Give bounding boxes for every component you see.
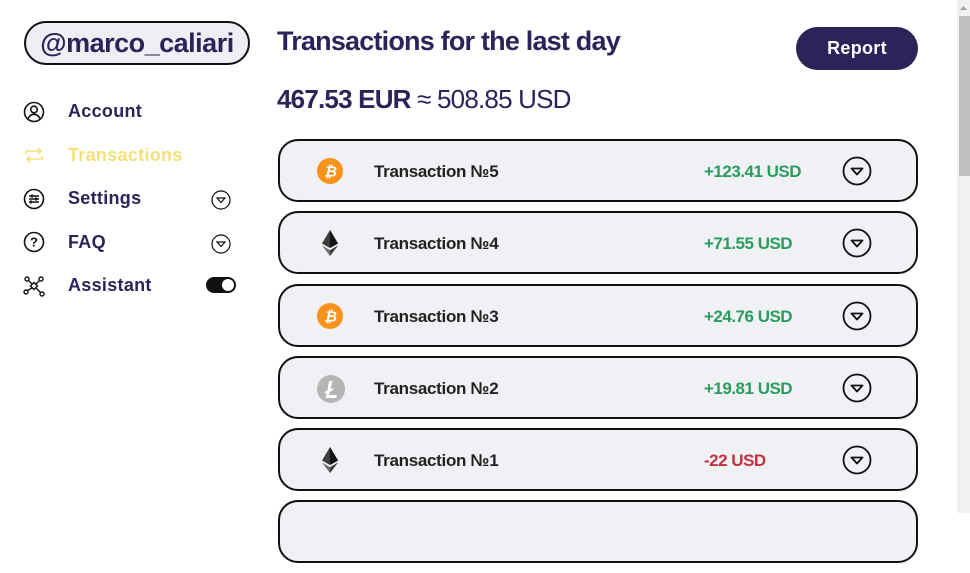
transaction-amount: +71.55 USD (704, 234, 793, 254)
total-usd: 508.85 USD (437, 84, 571, 114)
svg-text:₿: ₿ (324, 164, 337, 181)
transaction-amount: -22 USD (704, 451, 766, 471)
transaction-name: Transaction №2 (374, 378, 499, 398)
expand-chevron-icon[interactable] (842, 373, 872, 403)
sidebar-item-account[interactable]: Account (22, 90, 252, 134)
network-icon (22, 274, 46, 298)
report-button[interactable]: Report (796, 27, 918, 70)
user-icon (22, 100, 46, 124)
transaction-amount: +24.76 USD (704, 306, 793, 326)
transaction-name: Transaction №1 (374, 451, 499, 471)
expand-chevron-icon[interactable] (842, 228, 872, 258)
ethereum-icon (316, 446, 344, 474)
transaction-row[interactable]: ₿ Transaction №5 +123.41 USD (278, 139, 918, 202)
scrollbar-thumb[interactable] (959, 16, 970, 176)
transaction-row-partial[interactable] (278, 500, 918, 564)
svg-text:?: ? (30, 235, 38, 250)
litecoin-icon (316, 374, 345, 403)
transaction-name: Transaction №4 (374, 234, 499, 254)
assistant-toggle[interactable] (206, 277, 236, 293)
question-icon: ? (22, 230, 46, 254)
sidebar-item-label: Settings (68, 188, 142, 209)
chevron-down-icon[interactable] (211, 190, 231, 210)
transactions-list: ₿ Transaction №5 +123.41 USD Transaction… (278, 139, 918, 573)
bitcoin-icon: ₿ (316, 157, 344, 185)
sliders-icon (22, 187, 46, 211)
chevron-down-icon[interactable] (211, 233, 231, 254)
transaction-name: Transaction №5 (374, 162, 499, 181)
transaction-amount: +19.81 USD (704, 378, 793, 398)
scrollbar[interactable] (957, 0, 970, 513)
approx-sign: ≈ (417, 84, 431, 114)
sidebar-item-label: FAQ (68, 231, 106, 252)
transfer-arrows-icon (22, 143, 46, 167)
page-title: Transactions for the last day (277, 26, 621, 56)
sidebar-nav: Account Transactions Settings ? FAQ Assi… (22, 90, 252, 308)
sidebar-item-label: Account (68, 101, 143, 122)
expand-chevron-icon[interactable] (842, 301, 872, 331)
transaction-row[interactable]: Transaction №2 +19.81 USD (278, 355, 918, 419)
sidebar-item-assistant[interactable]: Assistant (22, 264, 252, 308)
sidebar-item-settings[interactable]: Settings (22, 177, 252, 221)
sidebar-item-transactions[interactable]: Transactions (22, 134, 252, 178)
transaction-name: Transaction №3 (374, 306, 499, 326)
username-badge[interactable]: @marco_caliari (24, 21, 250, 65)
expand-chevron-icon[interactable] (842, 445, 872, 475)
total-eur: 467.53 EUR (277, 84, 411, 114)
scroll-up-arrow-icon[interactable] (957, 0, 970, 15)
transaction-row[interactable]: ₿ Transaction №3 +24.76 USD (278, 283, 918, 347)
transaction-row[interactable]: Transaction №1 -22 USD (278, 428, 918, 492)
sidebar-item-label: Assistant (68, 275, 152, 296)
transaction-amount: +123.41 USD (704, 162, 802, 181)
ethereum-icon (316, 229, 344, 257)
transaction-row[interactable]: Transaction №4 +71.55 USD (278, 211, 918, 275)
expand-chevron-icon[interactable] (842, 156, 872, 186)
sidebar-item-faq[interactable]: ? FAQ (22, 221, 252, 265)
toggle-knob (222, 279, 234, 291)
svg-text:₿: ₿ (324, 308, 337, 325)
totals-summary: 467.53 EUR ≈ 508.85 USD (277, 84, 571, 115)
bitcoin-icon: ₿ (316, 302, 344, 330)
sidebar-item-label: Transactions (68, 144, 183, 165)
